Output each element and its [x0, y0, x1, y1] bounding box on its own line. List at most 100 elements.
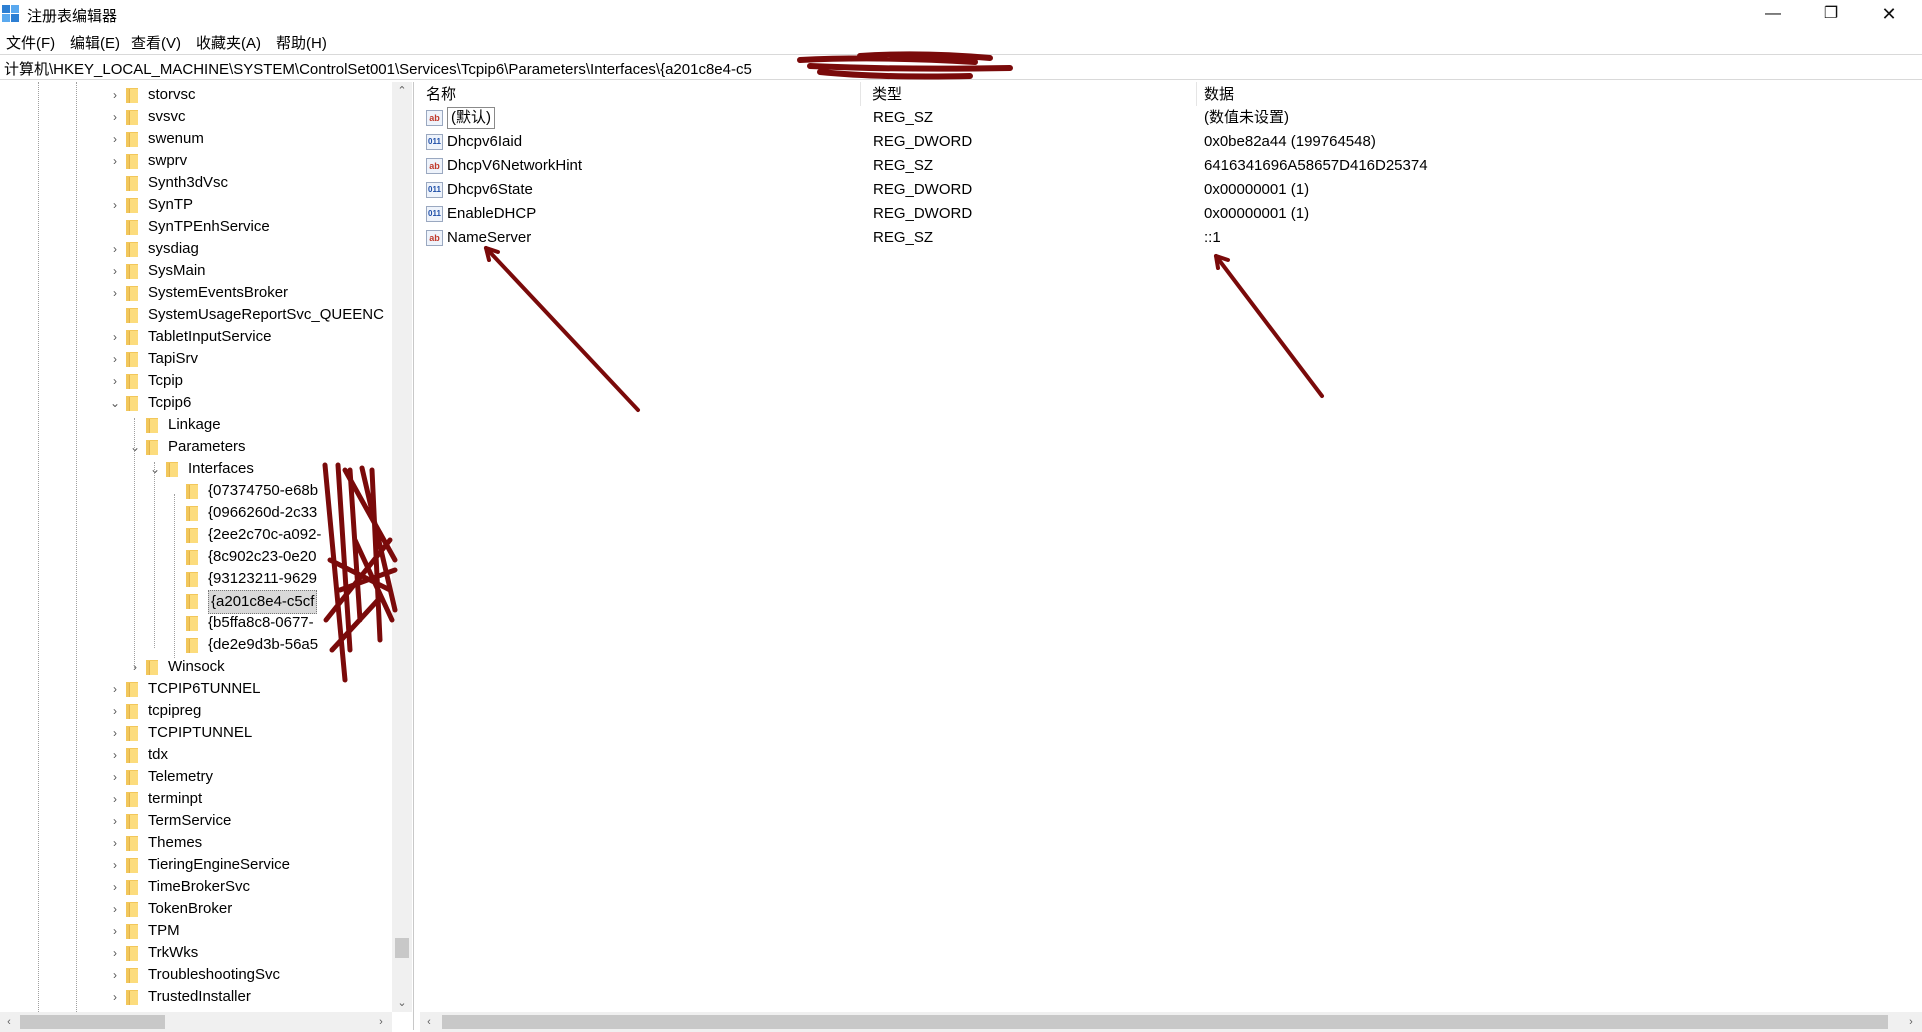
expand-chevron-icon[interactable] — [168, 480, 182, 502]
address-bar[interactable]: 计算机\HKEY_LOCAL_MACHINE\SYSTEM\ControlSet… — [0, 54, 1922, 80]
tree-item[interactable]: {b5ffa8c8-0677- — [0, 612, 392, 634]
collapse-chevron-icon[interactable]: ⌄ — [148, 458, 162, 480]
expand-chevron-icon[interactable]: › — [108, 744, 122, 766]
scroll-up-arrow-icon[interactable]: ⌃ — [392, 82, 412, 100]
tree-item[interactable]: Synth3dVsc — [0, 172, 392, 194]
expand-chevron-icon[interactable]: › — [108, 766, 122, 788]
expand-chevron-icon[interactable] — [108, 172, 122, 194]
tree-item[interactable]: SynTPEnhService — [0, 216, 392, 238]
menu-favorites[interactable]: 收藏夹(A) — [196, 32, 261, 53]
tree-item[interactable]: › Themes — [0, 832, 392, 854]
tree-item[interactable]: ⌄ Interfaces — [0, 458, 392, 480]
tree-item[interactable]: › TieringEngineService — [0, 854, 392, 876]
registry-key-tree[interactable]: › storvsc › svsvc › swenum › swprv Synth3dVsc › Sy… — [0, 82, 414, 1030]
tree-item[interactable]: {8c902c23-0e20 — [0, 546, 392, 568]
menu-edit[interactable]: 编辑(E) — [70, 32, 120, 53]
expand-chevron-icon[interactable] — [128, 414, 142, 436]
menu-view[interactable]: 查看(V) — [131, 32, 181, 53]
tree-item[interactable]: Linkage — [0, 414, 392, 436]
scroll-thumb[interactable] — [20, 1015, 165, 1029]
expand-chevron-icon[interactable] — [168, 612, 182, 634]
tree-item[interactable]: › TermService — [0, 810, 392, 832]
tree-item[interactable]: {0966260d-2c33 — [0, 502, 392, 524]
value-row[interactable]: ab DhcpV6NetworkHint REG_SZ 6416341696A5865… — [420, 154, 1920, 178]
tree-item[interactable]: › TimeBrokerSvc — [0, 876, 392, 898]
tree-item[interactable]: {a201c8e4-c5cf — [0, 590, 392, 614]
scroll-down-arrow-icon[interactable]: ⌄ — [392, 994, 412, 1012]
expand-chevron-icon[interactable]: › — [108, 128, 122, 150]
close-button[interactable]: ✕ — [1860, 0, 1918, 30]
expand-chevron-icon[interactable]: › — [108, 986, 122, 1008]
expand-chevron-icon[interactable]: › — [108, 964, 122, 986]
tree-item[interactable]: › Tcpip — [0, 370, 392, 392]
collapse-chevron-icon[interactable]: ⌄ — [128, 436, 142, 458]
tree-item[interactable]: › SystemEventsBroker — [0, 282, 392, 304]
expand-chevron-icon[interactable] — [168, 590, 182, 612]
expand-chevron-icon[interactable]: › — [108, 722, 122, 744]
value-row[interactable]: 011 EnableDHCP REG_DWORD 0x00000001 (1) — [420, 202, 1920, 226]
tree-item[interactable]: {de2e9d3b-56a5 — [0, 634, 392, 656]
expand-chevron-icon[interactable] — [168, 546, 182, 568]
expand-chevron-icon[interactable] — [108, 216, 122, 238]
scroll-right-arrow-icon[interactable]: › — [1902, 1012, 1920, 1032]
tree-item[interactable]: › TCPIP6TUNNEL — [0, 678, 392, 700]
expand-chevron-icon[interactable]: › — [108, 700, 122, 722]
expand-chevron-icon[interactable] — [168, 634, 182, 656]
tree-item[interactable]: › TapiSrv — [0, 348, 392, 370]
tree-item[interactable]: › tdx — [0, 744, 392, 766]
tree-item[interactable]: › SysMain — [0, 260, 392, 282]
tree-item[interactable]: {07374750-e68b — [0, 480, 392, 502]
tree-item[interactable]: › TPM — [0, 920, 392, 942]
tree-item[interactable]: {93123211-9629 — [0, 568, 392, 590]
expand-chevron-icon[interactable]: › — [108, 810, 122, 832]
tree-item[interactable]: › TokenBroker — [0, 898, 392, 920]
tree-item[interactable]: ⌄ Tcpip6 — [0, 392, 392, 414]
column-separator[interactable] — [1196, 82, 1197, 106]
expand-chevron-icon[interactable]: › — [108, 260, 122, 282]
tree-item[interactable]: › TrkWks — [0, 942, 392, 964]
tree-item[interactable]: › TroubleshootingSvc — [0, 964, 392, 986]
expand-chevron-icon[interactable]: › — [108, 150, 122, 172]
expand-chevron-icon[interactable]: › — [108, 84, 122, 106]
tree-item[interactable]: › TabletInputService — [0, 326, 392, 348]
expand-chevron-icon[interactable] — [168, 524, 182, 546]
column-header-type[interactable]: 类型 — [872, 84, 902, 106]
tree-item[interactable]: › SynTP — [0, 194, 392, 216]
expand-chevron-icon[interactable]: › — [108, 678, 122, 700]
column-separator[interactable] — [860, 82, 861, 106]
values-horizontal-scrollbar[interactable]: ‹ › — [420, 1012, 1922, 1032]
tree-item[interactable]: › swprv — [0, 150, 392, 172]
expand-chevron-icon[interactable] — [168, 502, 182, 524]
tree-item[interactable]: › storvsc — [0, 84, 392, 106]
tree-item[interactable]: › Winsock — [0, 656, 392, 678]
value-row[interactable]: ab (默认) REG_SZ (数值未设置) — [420, 106, 1920, 130]
scroll-left-arrow-icon[interactable]: ‹ — [0, 1012, 18, 1032]
menu-help[interactable]: 帮助(H) — [276, 32, 327, 53]
expand-chevron-icon[interactable] — [168, 568, 182, 590]
registry-values-list[interactable]: 名称 类型 数据 ab (默认) REG_SZ (数值未设置) 011 Dhcpv6Iai… — [420, 82, 1922, 1012]
expand-chevron-icon[interactable]: › — [108, 370, 122, 392]
minimize-button[interactable]: — — [1744, 0, 1802, 30]
expand-chevron-icon[interactable]: › — [108, 106, 122, 128]
tree-item[interactable]: › TCPIPTUNNEL — [0, 722, 392, 744]
value-row[interactable]: ab NameServer REG_SZ::1 — [420, 226, 1920, 250]
scroll-left-arrow-icon[interactable]: ‹ — [420, 1012, 438, 1032]
tree-item[interactable]: ⌄ Parameters — [0, 436, 392, 458]
collapse-chevron-icon[interactable]: ⌄ — [108, 392, 122, 414]
maximize-button[interactable]: ❐ — [1802, 0, 1860, 30]
tree-vertical-scrollbar[interactable]: ⌃ ⌄ — [392, 82, 412, 1012]
tree-item[interactable]: {2ee2c70c-a092- — [0, 524, 392, 546]
value-row[interactable]: 011 Dhcpv6State REG_DWORD 0x00000001 (1) — [420, 178, 1920, 202]
tree-item[interactable]: SystemUsageReportSvc_QUEENC — [0, 304, 392, 326]
expand-chevron-icon[interactable] — [108, 304, 122, 326]
expand-chevron-icon[interactable]: › — [128, 656, 142, 678]
scroll-thumb[interactable] — [442, 1015, 1888, 1029]
expand-chevron-icon[interactable]: › — [108, 854, 122, 876]
address-path[interactable]: 计算机\HKEY_LOCAL_MACHINE\SYSTEM\ControlSet… — [4, 58, 752, 79]
expand-chevron-icon[interactable]: › — [108, 942, 122, 964]
expand-chevron-icon[interactable]: › — [108, 898, 122, 920]
tree-item[interactable]: › swenum — [0, 128, 392, 150]
expand-chevron-icon[interactable]: › — [108, 788, 122, 810]
expand-chevron-icon[interactable]: › — [108, 194, 122, 216]
column-header-name[interactable]: 名称 — [426, 84, 456, 106]
